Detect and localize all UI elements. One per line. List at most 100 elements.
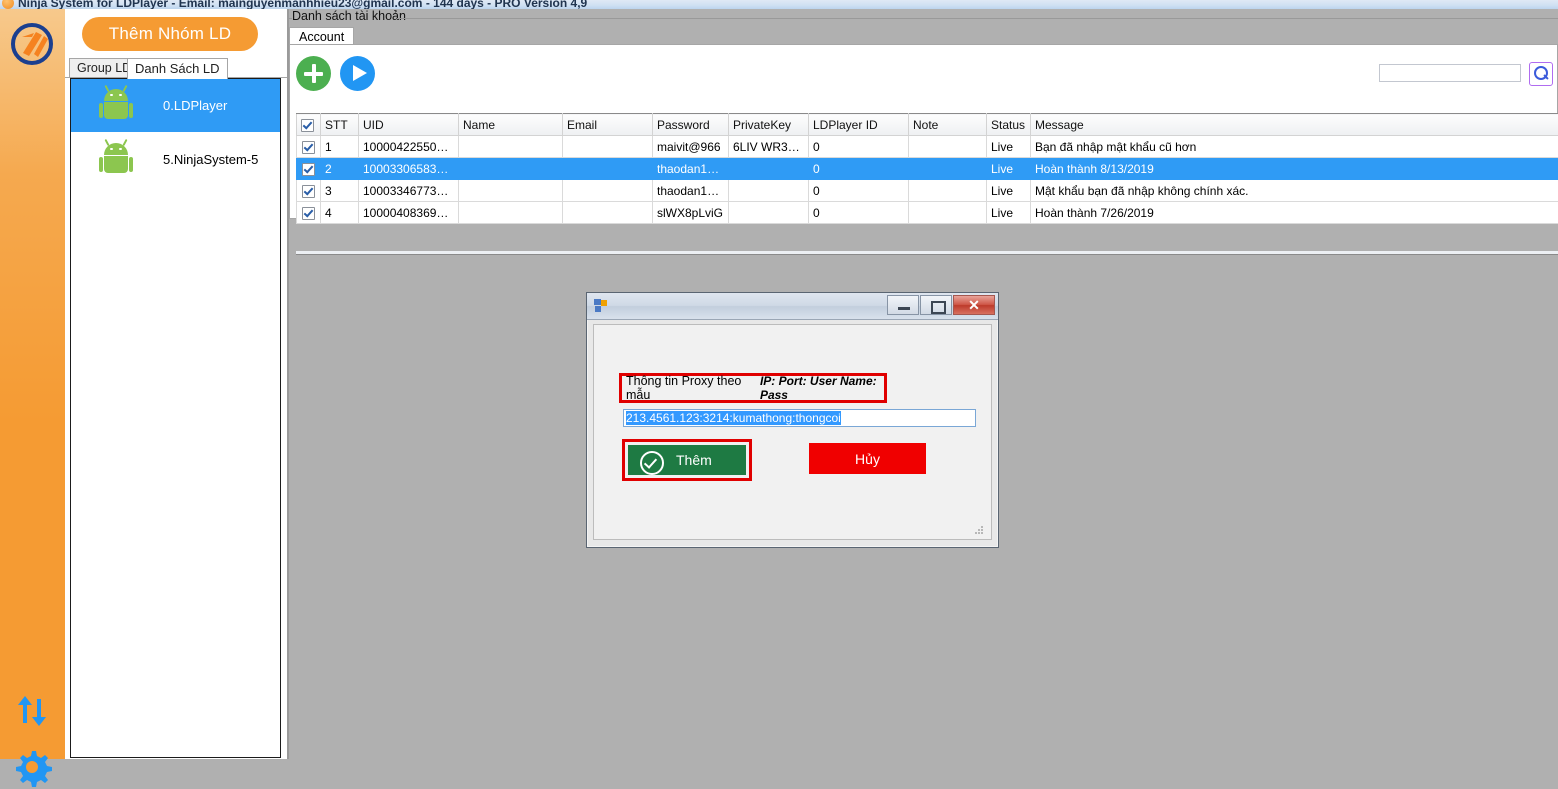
cell-name — [459, 180, 563, 202]
run-button[interactable] — [340, 56, 375, 91]
proxy-hint-format: IP: Port: User Name: Pass — [760, 374, 884, 402]
cell-email — [563, 158, 653, 180]
row-checkbox-cell[interactable] — [297, 158, 321, 180]
cell-uid: 100033467734583 — [359, 180, 459, 202]
proxy-hint-highlight: Thông tin Proxy theo mẫu IP: Port: User … — [619, 373, 887, 403]
cell-privatekey — [729, 180, 809, 202]
sort-updown-icon[interactable] — [10, 689, 54, 733]
checkbox-icon[interactable] — [302, 141, 315, 154]
groupbox-label: Danh sách tài khoản — [289, 9, 409, 23]
maximize-icon — [931, 301, 946, 314]
add-account-button[interactable] — [296, 56, 331, 91]
list-item[interactable]: 5.NinjaSystem-5 — [71, 133, 280, 187]
cell-privatekey — [729, 202, 809, 224]
check-circle-icon — [640, 451, 664, 475]
col-name[interactable]: Name — [459, 114, 563, 136]
cell-uid: 100004225507822 — [359, 136, 459, 158]
minimize-button[interactable] — [887, 295, 919, 315]
cell-note — [909, 158, 987, 180]
cell-status: Live — [987, 180, 1031, 202]
dialog-title-bar[interactable]: ✕ — [587, 293, 998, 320]
cell-password: slWX8pLviG — [653, 202, 729, 224]
ld-instance-list: 0.LDPlayer 5.NinjaSystem-5 — [70, 78, 281, 758]
checkbox-icon[interactable] — [302, 163, 315, 176]
tab-danh-sach-ld[interactable]: Danh Sách LD — [127, 58, 228, 79]
cell-uid: 100004083694861 — [359, 202, 459, 224]
table-row[interactable]: 4 100004083694861 slWX8pLviG 0 Live Hoàn… — [297, 202, 1558, 224]
minimize-icon — [898, 307, 910, 310]
cell-ldplayer-id: 0 — [809, 180, 909, 202]
close-button[interactable]: ✕ — [953, 295, 995, 315]
cell-privatekey: 6LIV WR3Z ... — [729, 136, 809, 158]
cell-message: Hoàn thành 7/26/2019 — [1031, 202, 1558, 224]
cell-message: Hoàn thành 8/13/2019 — [1031, 158, 1558, 180]
col-privatekey[interactable]: PrivateKey — [729, 114, 809, 136]
account-tab-page: STT UID Name Email Password PrivateKey L… — [289, 44, 1558, 219]
accounts-grid: STT UID Name Email Password PrivateKey L… — [296, 113, 1558, 224]
tab-account[interactable]: Account — [289, 27, 354, 45]
cancel-button[interactable]: Hủy — [809, 443, 926, 474]
close-icon: ✕ — [954, 296, 994, 314]
cell-stt: 4 — [321, 202, 359, 224]
search-input[interactable] — [1379, 64, 1521, 82]
grid-bottom-edge — [296, 251, 1558, 255]
cell-status: Live — [987, 158, 1031, 180]
dialog-body: Thông tin Proxy theo mẫu IP: Port: User … — [593, 324, 992, 540]
left-panel: Thêm Nhóm LD Group LD Danh Sách LD 0.LDP… — [65, 9, 289, 759]
table-row[interactable]: 3 100033467734583 thaodan1406... 0 Live … — [297, 180, 1558, 202]
col-uid[interactable]: UID — [359, 114, 459, 136]
table-row[interactable]: 2 100033065831960 thaodan1406 0 Live Hoà… — [297, 158, 1558, 180]
search-button[interactable] — [1529, 62, 1553, 86]
header-select-all[interactable] — [297, 114, 321, 136]
cell-note — [909, 180, 987, 202]
checkbox-icon[interactable] — [302, 185, 315, 198]
col-password[interactable]: Password — [653, 114, 729, 136]
cell-email — [563, 202, 653, 224]
add-group-button[interactable]: Thêm Nhóm LD — [82, 17, 258, 51]
cell-name — [459, 136, 563, 158]
form-icon — [594, 299, 608, 313]
cell-email — [563, 180, 653, 202]
row-checkbox-cell[interactable] — [297, 180, 321, 202]
checkbox-icon[interactable] — [302, 207, 315, 220]
cell-password: thaodan1406... — [653, 180, 729, 202]
app-logo-icon — [2, 0, 14, 9]
groupbox-border-left — [288, 18, 292, 19]
proxy-input[interactable] — [623, 409, 976, 427]
ninja-logo-icon — [8, 20, 56, 68]
list-item-label: 0.LDPlayer — [163, 98, 227, 113]
cell-status: Live — [987, 136, 1031, 158]
gear-icon[interactable] — [10, 745, 54, 789]
col-message[interactable]: Message — [1031, 114, 1558, 136]
cell-note — [909, 202, 987, 224]
col-stt[interactable]: STT — [321, 114, 359, 136]
left-rail — [0, 9, 66, 759]
maximize-button[interactable] — [920, 295, 952, 315]
groupbox-border-right — [397, 18, 1558, 19]
proxy-dialog: ✕ Thông tin Proxy theo mẫu IP: Port: Use… — [586, 292, 999, 548]
col-email[interactable]: Email — [563, 114, 653, 136]
list-item[interactable]: 0.LDPlayer — [71, 79, 280, 133]
row-checkbox-cell[interactable] — [297, 136, 321, 158]
resize-grip-icon[interactable] — [974, 525, 984, 535]
table-header-row: STT UID Name Email Password PrivateKey L… — [297, 114, 1558, 136]
cell-note — [909, 136, 987, 158]
cell-name — [459, 158, 563, 180]
add-proxy-button-label: Thêm — [676, 452, 712, 468]
cell-ldplayer-id: 0 — [809, 158, 909, 180]
table-row[interactable]: 1 100004225507822 maivit@966 6LIV WR3Z .… — [297, 136, 1558, 158]
android-icon — [101, 143, 131, 177]
list-item-label: 5.NinjaSystem-5 — [163, 152, 258, 167]
checkbox-icon[interactable] — [301, 119, 314, 132]
cell-message: Bạn đã nhập mật khẩu cũ hơn — [1031, 136, 1558, 158]
add-proxy-button[interactable]: Thêm — [628, 445, 746, 475]
accounts-table: STT UID Name Email Password PrivateKey L… — [296, 113, 1558, 224]
cell-ldplayer-id: 0 — [809, 202, 909, 224]
left-panel-tabstrip: Group LD Danh Sách LD — [65, 58, 287, 78]
row-checkbox-cell[interactable] — [297, 202, 321, 224]
col-note[interactable]: Note — [909, 114, 987, 136]
col-status[interactable]: Status — [987, 114, 1031, 136]
cell-message: Mật khẩu bạn đã nhập không chính xác. — [1031, 180, 1558, 202]
cell-name — [459, 202, 563, 224]
col-ldplayer-id[interactable]: LDPlayer ID — [809, 114, 909, 136]
